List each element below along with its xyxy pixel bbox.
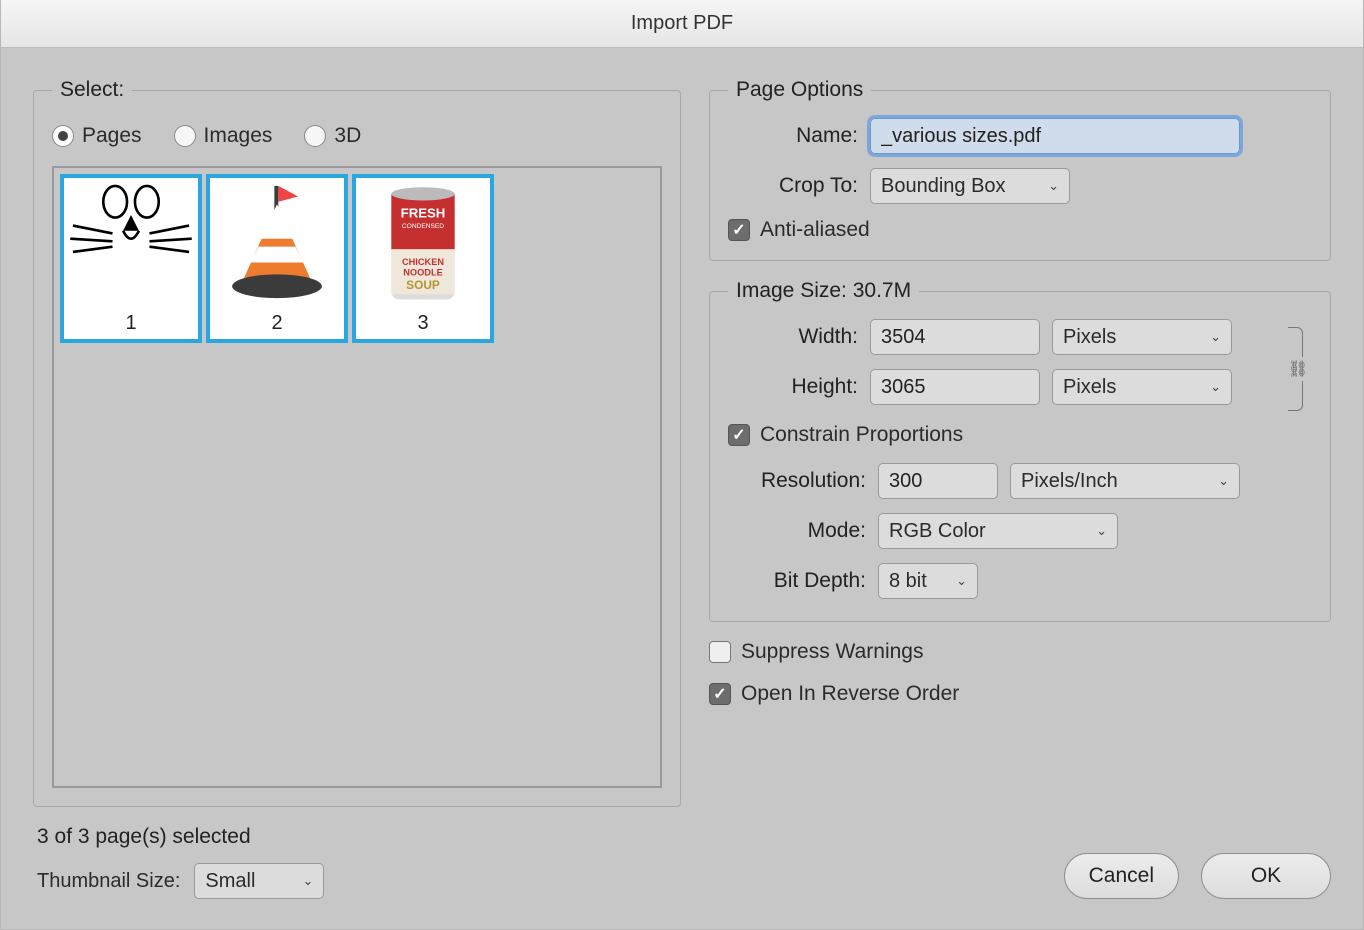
anti-aliased-checkbox[interactable]: ✓ Anti-aliased — [728, 218, 1312, 242]
thumbnail-size-value: Small — [205, 870, 255, 893]
radio-icon — [52, 125, 74, 147]
mode-select[interactable]: RGB Color ⌄ — [878, 513, 1118, 549]
open-reverse-order-checkbox[interactable]: ✓ Open In Reverse Order — [709, 682, 1331, 706]
suppress-warnings-label: Suppress Warnings — [741, 640, 923, 664]
constrain-link-bracket[interactable]: ⛓ — [1284, 319, 1312, 419]
cancel-button[interactable]: Cancel — [1064, 853, 1179, 899]
radio-pages[interactable]: Pages — [52, 124, 142, 148]
bit-depth-value: 8 bit — [889, 570, 927, 593]
radio-3d[interactable]: 3D — [304, 124, 361, 148]
radio-icon — [174, 125, 196, 147]
thumbnail-page-1[interactable]: 1 — [60, 174, 202, 343]
dialog-title: Import PDF — [1, 0, 1363, 48]
height-unit-value: Pixels — [1063, 376, 1116, 399]
import-pdf-dialog: Import PDF Select: Pages Images — [0, 0, 1364, 930]
svg-text:FRESH: FRESH — [401, 206, 446, 221]
thumbnail-size-row: Thumbnail Size: Small ⌄ — [37, 863, 681, 899]
width-unit-select[interactable]: Pixels ⌄ — [1052, 319, 1232, 355]
chevron-down-icon: ⌄ — [1096, 523, 1107, 539]
chevron-down-icon: ⌄ — [1218, 473, 1229, 489]
height-label: Height: — [728, 375, 858, 399]
dialog-button-row: Cancel OK — [709, 823, 1331, 899]
radio-label: Pages — [82, 124, 142, 148]
thumbnail-size-label: Thumbnail Size: — [37, 870, 180, 893]
chevron-down-icon: ⌄ — [1210, 379, 1221, 395]
radio-icon — [304, 125, 326, 147]
svg-text:CHICKEN: CHICKEN — [402, 257, 444, 267]
page-options-fieldset: Page Options Name: Crop To: Bounding Box… — [709, 78, 1331, 261]
resolution-label: Resolution: — [728, 469, 866, 493]
thumbnail-page-2[interactable]: 2 — [206, 174, 348, 343]
chevron-down-icon: ⌄ — [1210, 329, 1221, 345]
pages-selected-status: 3 of 3 page(s) selected — [37, 825, 681, 849]
select-fieldset: Select: Pages Images 3D — [33, 78, 681, 807]
thumbnail-image-buoy — [210, 178, 344, 310]
thumbnail-number: 1 — [125, 312, 136, 335]
name-label: Name: — [728, 124, 858, 148]
constrain-proportions-checkbox[interactable]: ✓ Constrain Proportions — [728, 423, 1312, 447]
image-size-fieldset: Image Size: 30.7M Width: Pixels ⌄ H — [709, 279, 1331, 622]
thumbnail-list[interactable]: 1 — [52, 166, 662, 788]
width-label: Width: — [728, 325, 858, 349]
svg-text:SOUP: SOUP — [406, 278, 440, 292]
open-reverse-order-label: Open In Reverse Order — [741, 682, 959, 706]
height-input[interactable] — [870, 369, 1040, 405]
ok-button[interactable]: OK — [1201, 853, 1331, 899]
checkbox-icon — [709, 641, 731, 663]
right-column: Page Options Name: Crop To: Bounding Box… — [709, 78, 1331, 899]
thumbnail-page-3[interactable]: FRESH CONDENSED CHICKEN NOODLE SOUP 3 — [352, 174, 494, 343]
crop-to-label: Crop To: — [728, 174, 858, 198]
width-input[interactable] — [870, 319, 1040, 355]
anti-aliased-label: Anti-aliased — [760, 218, 870, 242]
thumbnail-image-cat — [64, 178, 198, 310]
page-options-legend: Page Options — [728, 78, 871, 102]
constrain-proportions-label: Constrain Proportions — [760, 423, 963, 447]
thumbnail-size-select[interactable]: Small ⌄ — [194, 863, 324, 899]
width-unit-value: Pixels — [1063, 326, 1116, 349]
link-icon: ⛓ — [1288, 357, 1308, 381]
checkbox-icon: ✓ — [728, 424, 750, 446]
height-unit-select[interactable]: Pixels ⌄ — [1052, 369, 1232, 405]
select-legend: Select: — [52, 78, 132, 102]
mode-value: RGB Color — [889, 520, 986, 543]
name-input[interactable] — [870, 118, 1240, 154]
crop-to-select[interactable]: Bounding Box ⌄ — [870, 168, 1070, 204]
radio-images[interactable]: Images — [174, 124, 273, 148]
radio-label: Images — [204, 124, 273, 148]
checkbox-icon: ✓ — [728, 219, 750, 241]
suppress-warnings-checkbox[interactable]: Suppress Warnings — [709, 640, 1331, 664]
thumbnail-number: 2 — [271, 312, 282, 335]
chevron-down-icon: ⌄ — [1048, 178, 1059, 194]
left-column: Select: Pages Images 3D — [33, 78, 681, 899]
bit-depth-label: Bit Depth: — [728, 569, 866, 593]
chevron-down-icon: ⌄ — [956, 573, 967, 589]
svg-text:CONDENSED: CONDENSED — [402, 223, 444, 230]
resolution-unit-value: Pixels/Inch — [1021, 470, 1118, 493]
crop-to-value: Bounding Box — [881, 175, 1006, 198]
checkbox-icon: ✓ — [709, 683, 731, 705]
dialog-body: Select: Pages Images 3D — [1, 48, 1363, 929]
radio-label: 3D — [334, 124, 361, 148]
svg-text:NOODLE: NOODLE — [403, 268, 443, 278]
thumbnail-number: 3 — [417, 312, 428, 335]
chevron-down-icon: ⌄ — [303, 873, 314, 889]
image-size-legend: Image Size: 30.7M — [728, 279, 919, 303]
resolution-input[interactable] — [878, 463, 998, 499]
bit-depth-select[interactable]: 8 bit ⌄ — [878, 563, 978, 599]
resolution-unit-select[interactable]: Pixels/Inch ⌄ — [1010, 463, 1240, 499]
mode-label: Mode: — [728, 519, 866, 543]
select-radio-group: Pages Images 3D — [52, 118, 662, 166]
thumbnail-image-soup-can: FRESH CONDENSED CHICKEN NOODLE SOUP — [356, 178, 490, 310]
